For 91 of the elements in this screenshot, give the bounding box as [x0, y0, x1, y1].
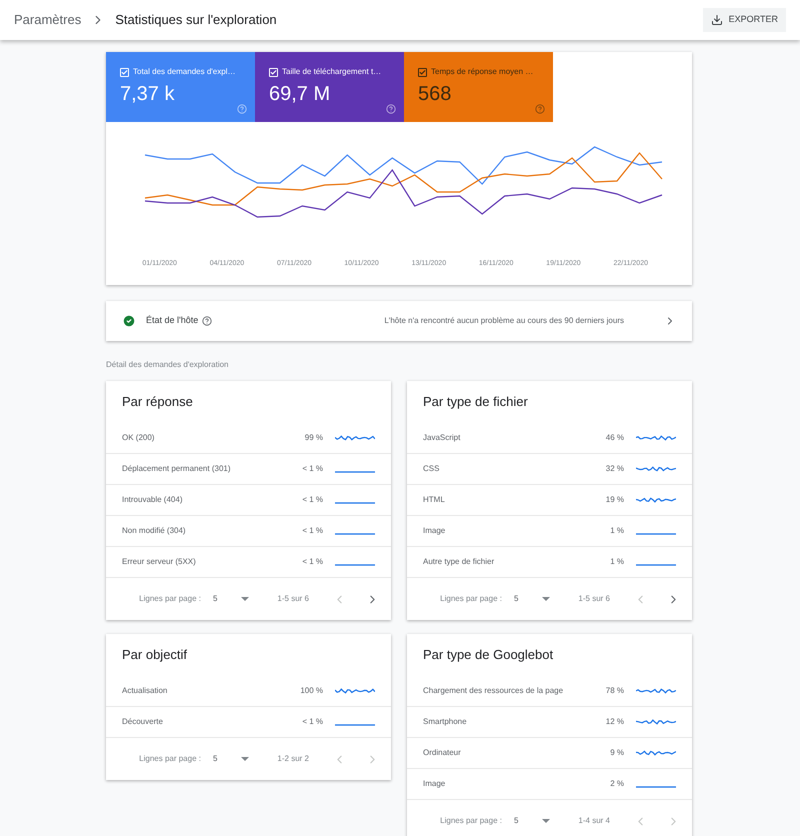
row-share: 32 %	[604, 463, 624, 475]
row-share: < 1 %	[301, 556, 323, 568]
row-label: Déplacement permanent (301)	[122, 463, 232, 475]
rows-per-page-label: Lignes par page :	[440, 815, 502, 827]
row-label: Smartphone	[423, 716, 468, 728]
row-share: 100 %	[299, 685, 323, 697]
row-share: < 1 %	[301, 716, 323, 728]
host-status-card[interactable]: État de l'hôte L'hôte n'a rencontré aucun problème au cours des 90 derniers jours	[106, 301, 692, 341]
sparkline-drawing	[335, 688, 375, 694]
metric-value: 568	[418, 82, 452, 107]
check-circle-icon	[122, 314, 136, 328]
sparkline-drawing	[636, 497, 676, 503]
row-label: Non modifié (304)	[122, 525, 187, 537]
row-share: < 1 %	[301, 463, 323, 475]
help-icon	[202, 316, 212, 326]
page-range: 1-5 sur 6	[578, 593, 610, 605]
help-icon	[535, 104, 545, 114]
metric-value: 7,37 k	[120, 82, 176, 107]
card-title: Par objectif	[121, 646, 188, 664]
host-status-label: État de l'hôte	[146, 314, 198, 328]
page-range: 1-4 sur 4	[578, 815, 610, 827]
row-share: 2 %	[609, 778, 624, 790]
row-share: 9 %	[609, 747, 624, 759]
sparkline-drawing	[335, 435, 375, 441]
row-label: Introuvable (404)	[122, 494, 184, 506]
row-share: 1 %	[609, 556, 624, 568]
caret-icon	[241, 757, 250, 761]
rows-per-page-select[interactable]: 5	[514, 815, 550, 827]
row-label: Chargement des ressources de la page	[423, 685, 564, 697]
row-label: HTML	[423, 494, 446, 506]
sparkline-drawing	[636, 786, 676, 788]
download-icon	[710, 14, 723, 26]
rows-per-page-label: Lignes par page :	[139, 753, 201, 765]
row-share: 99 %	[304, 432, 323, 444]
card-title: Par type de fichier	[422, 393, 529, 412]
sparkline-drawing	[335, 533, 375, 535]
sparkline-drawing	[335, 724, 375, 726]
metric-label: Taille de téléchargement t…	[282, 66, 382, 78]
sparkline-drawing	[636, 435, 676, 441]
caret-icon	[241, 597, 250, 601]
section-label: Détail des demandes d'exploration	[106, 359, 230, 371]
sparkline-drawing	[636, 719, 676, 725]
export-button[interactable]: EXPORTER	[702, 8, 786, 32]
metric-label: Temps de réponse moyen …	[431, 66, 534, 78]
rows-per-page-label: Lignes par page :	[139, 593, 201, 605]
card-title: Par type de Googlebot	[422, 646, 554, 664]
sparkline-drawing	[636, 564, 676, 566]
help-icon	[386, 104, 396, 114]
metric-tile[interactable]: Temps de réponse moyen … 568	[404, 52, 553, 122]
caret-icon	[542, 597, 550, 601]
row-label: CSS	[423, 463, 440, 475]
page-range: 1-2 sur 2	[277, 753, 309, 765]
row-share: < 1 %	[301, 494, 323, 506]
sparkline-drawing	[335, 471, 375, 473]
card-title: Par réponse	[121, 393, 194, 412]
metric-tile[interactable]: Total des demandes d'expl… 7,37 k	[106, 52, 255, 122]
row-share: 78 %	[604, 685, 624, 697]
row-label: Image	[423, 778, 446, 790]
metric-label: Total des demandes d'expl…	[133, 66, 236, 78]
row-label: Actualisation	[122, 685, 168, 697]
rows-per-page-select[interactable]: 5	[514, 593, 550, 605]
sparkline-drawing	[636, 533, 676, 535]
breadcrumb-link[interactable]: Paramètres	[14, 10, 82, 30]
row-share: 1 %	[609, 525, 624, 537]
row-label: OK (200)	[122, 432, 156, 444]
row-label: Découverte	[122, 716, 164, 728]
row-share: 12 %	[604, 716, 624, 728]
row-label: Autre type de fichier	[423, 556, 496, 568]
sparkline-drawing	[636, 688, 676, 694]
metric-tile[interactable]: Taille de téléchargement t… 69,7 M	[255, 52, 404, 122]
row-share: 19 %	[604, 494, 624, 506]
page-range: 1-5 sur 6	[277, 593, 309, 605]
page-title: Statistiques sur l'exploration	[115, 11, 277, 30]
sparkline-drawing	[636, 750, 676, 756]
row-share: < 1 %	[301, 525, 323, 537]
row-label: Ordinateur	[423, 747, 462, 759]
sparkline-drawing	[335, 564, 375, 566]
help-icon	[237, 104, 247, 114]
row-share: 46 %	[604, 432, 624, 444]
metric-value: 69,7 M	[269, 82, 332, 107]
checkbox[interactable]	[418, 68, 427, 76]
caret-icon	[542, 819, 550, 823]
row-label: Erreur serveur (5XX)	[122, 556, 197, 568]
rows-per-page-select[interactable]: 5	[212, 753, 250, 765]
sparkline-drawing	[636, 466, 676, 472]
row-label: JavaScript	[423, 432, 462, 444]
rows-per-page-select[interactable]: 5	[212, 593, 250, 605]
rows-per-page-label: Lignes par page :	[440, 593, 502, 605]
host-status-message: L'hôte n'a rencontré aucun problème au cours des 90 derniers jours	[384, 315, 624, 327]
sparkline-drawing	[335, 502, 375, 504]
row-label: Image	[423, 525, 446, 537]
